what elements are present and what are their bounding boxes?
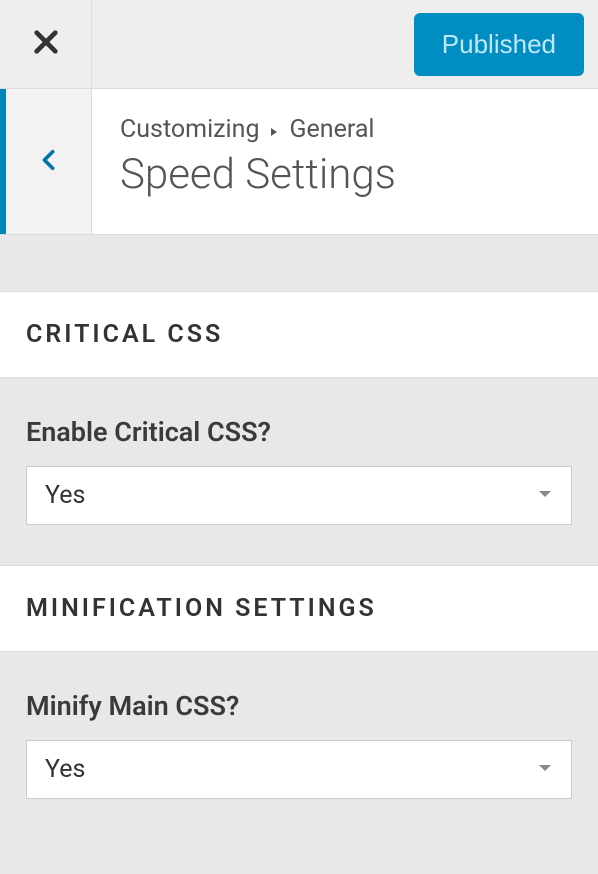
titlebar: Customizing General Speed Settings [0,89,598,235]
section-header-critical-css: CRITICAL CSS [0,291,598,378]
publish-button[interactable]: Published [414,13,584,76]
select-value-critical-css: Yes [26,466,572,525]
breadcrumb: Customizing General [120,115,570,144]
section-header-minification: MINIFICATION SETTINGS [0,565,598,652]
control-label-critical-css: Enable Critical CSS? [26,416,572,448]
spacer [0,235,598,291]
breadcrumb-root: Customizing [120,115,259,144]
control-critical-css: Enable Critical CSS? Yes [0,378,598,565]
topbar: Published [0,0,598,89]
breadcrumb-section: General [289,115,374,144]
back-button[interactable] [0,89,92,234]
control-minify-css: Minify Main CSS? Yes [0,652,598,839]
control-label-minify-css: Minify Main CSS? [26,690,572,722]
page-title: Speed Settings [120,150,570,199]
close-icon [32,28,60,60]
title-content: Customizing General Speed Settings [92,89,598,234]
select-minify-css[interactable]: Yes [26,740,572,799]
chevron-left-icon [38,149,60,175]
close-button[interactable] [0,0,92,88]
select-value-minify-css: Yes [26,740,572,799]
select-critical-css[interactable]: Yes [26,466,572,525]
breadcrumb-separator-icon [269,115,279,144]
